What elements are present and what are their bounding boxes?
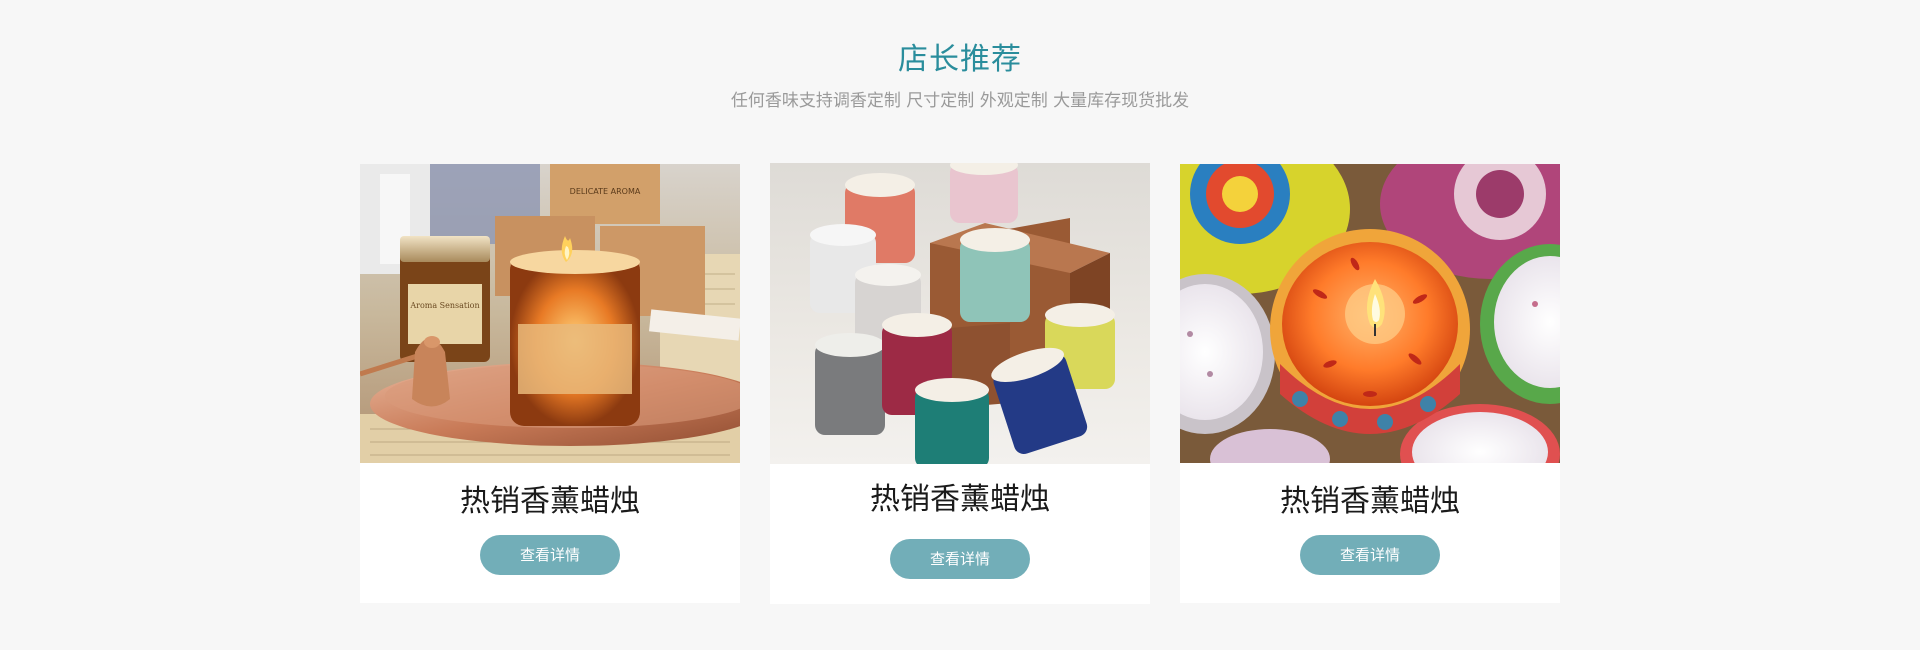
product-title: 热销香薰蜡烛 bbox=[1280, 484, 1460, 519]
product-image-jar-candles[interactable]: DELICATE AROMA Aroma Sensation bbox=[360, 164, 740, 463]
view-details-button[interactable]: 查看详情 bbox=[480, 535, 620, 575]
section-subtitle: 任何香味支持调香定制 尺寸定制 外观定制 大量库存现货批发 bbox=[730, 91, 1190, 111]
product-card[interactable]: DELICATE AROMA Aroma Sensation 热销香薰蜡烛 查看… bbox=[360, 164, 740, 603]
view-details-button[interactable]: 查看详情 bbox=[1300, 535, 1440, 575]
view-details-button[interactable]: 查看详情 bbox=[890, 539, 1030, 579]
product-image-tin-candles[interactable] bbox=[1180, 164, 1560, 463]
product-card[interactable]: 热销香薰蜡烛 查看详情 bbox=[770, 163, 1150, 604]
section-title: 店长推荐 bbox=[898, 42, 1022, 77]
product-image-concrete-candles[interactable] bbox=[770, 163, 1150, 464]
product-title: 热销香薰蜡烛 bbox=[460, 484, 640, 519]
concrete-candles-illustration bbox=[770, 163, 1150, 464]
product-title: 热销香薰蜡烛 bbox=[870, 482, 1050, 517]
tin-candles-illustration bbox=[1180, 164, 1560, 463]
product-card[interactable]: 热销香薰蜡烛 查看详情 bbox=[1180, 164, 1560, 603]
jar-label-text: Aroma Sensation bbox=[409, 301, 479, 310]
box-label-text: DELICATE AROMA bbox=[570, 187, 641, 196]
jar-candles-illustration: DELICATE AROMA Aroma Sensation bbox=[360, 164, 740, 463]
